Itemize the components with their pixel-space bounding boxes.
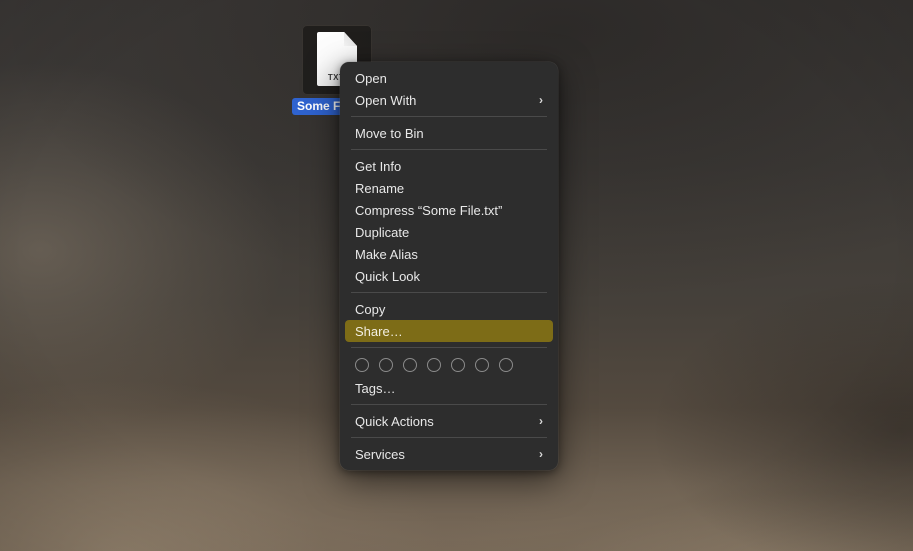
tag-dot-6[interactable]	[475, 358, 489, 372]
menu-item-label: Copy	[355, 301, 386, 317]
chevron-right-icon: ›	[539, 447, 543, 461]
menu-item-label: Get Info	[355, 158, 402, 174]
menu-item-services[interactable]: Services ›	[345, 443, 553, 465]
menu-item-label: Open With	[355, 92, 417, 108]
menu-item-label: Quick Look	[355, 268, 421, 284]
desktop-screen: TXT Some F Open Open With › Move to Bin …	[0, 0, 913, 551]
menu-separator	[351, 404, 547, 405]
menu-item-label: Tags…	[355, 380, 396, 396]
chevron-right-icon: ›	[539, 93, 543, 107]
menu-separator	[351, 347, 547, 348]
menu-item-label: Share…	[355, 323, 403, 339]
menu-item-label: Open	[355, 70, 387, 86]
menu-item-label: Compress “Some File.txt”	[355, 202, 503, 218]
menu-item-label: Duplicate	[355, 224, 410, 240]
menu-item-quick-actions[interactable]: Quick Actions ›	[345, 410, 553, 432]
tag-dot-3[interactable]	[403, 358, 417, 372]
menu-item-label: Quick Actions	[355, 413, 434, 429]
menu-item-label: Services	[355, 446, 405, 462]
menu-item-move-to-bin[interactable]: Move to Bin	[345, 122, 553, 144]
tag-dot-1[interactable]	[355, 358, 369, 372]
chevron-right-icon: ›	[539, 414, 543, 428]
context-menu[interactable]: Open Open With › Move to Bin Get Info Re…	[340, 62, 558, 470]
menu-separator	[351, 292, 547, 293]
tag-color-swatches[interactable]	[345, 353, 553, 377]
menu-item-open[interactable]: Open	[345, 67, 553, 89]
menu-item-tags[interactable]: Tags…	[345, 377, 553, 399]
menu-item-open-with[interactable]: Open With ›	[345, 89, 553, 111]
menu-item-share[interactable]: Share…	[345, 320, 553, 342]
menu-item-label: Make Alias	[355, 246, 418, 262]
tag-dot-7[interactable]	[499, 358, 513, 372]
menu-item-compress[interactable]: Compress “Some File.txt”	[345, 199, 553, 221]
menu-item-duplicate[interactable]: Duplicate	[345, 221, 553, 243]
menu-item-copy[interactable]: Copy	[345, 298, 553, 320]
menu-item-rename[interactable]: Rename	[345, 177, 553, 199]
tag-dot-4[interactable]	[427, 358, 441, 372]
menu-item-make-alias[interactable]: Make Alias	[345, 243, 553, 265]
file-name-label: Some F	[292, 98, 346, 115]
menu-separator	[351, 149, 547, 150]
menu-separator	[351, 437, 547, 438]
menu-item-get-info[interactable]: Get Info	[345, 155, 553, 177]
tag-dot-2[interactable]	[379, 358, 393, 372]
menu-item-quick-look[interactable]: Quick Look	[345, 265, 553, 287]
menu-item-label: Move to Bin	[355, 125, 424, 141]
menu-separator	[351, 116, 547, 117]
menu-item-label: Rename	[355, 180, 405, 196]
tag-dot-5[interactable]	[451, 358, 465, 372]
